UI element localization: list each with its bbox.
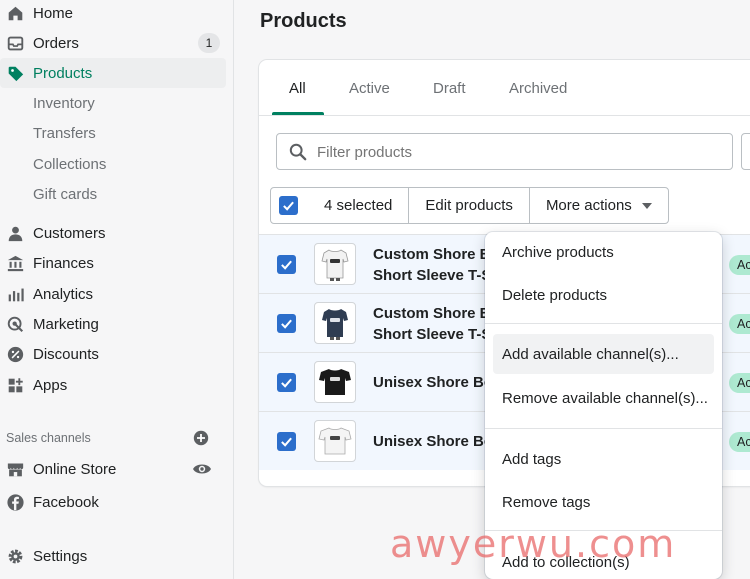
apps-icon: [6, 376, 24, 394]
product-name[interactable]: Custom Shore B Short Sleeve T-S: [373, 303, 491, 345]
sidebar-item-label: Home: [33, 4, 74, 22]
sidebar-item-orders[interactable]: Orders 1: [0, 28, 226, 58]
filter-field[interactable]: [276, 133, 733, 170]
menu-item-archive-products[interactable]: Archive products: [493, 232, 714, 272]
sidebar-item-label: Collections: [33, 155, 107, 173]
sidebar-item-customers[interactable]: Customers: [0, 218, 226, 248]
eye-icon[interactable]: [192, 462, 212, 476]
menu-item-add-tags[interactable]: Add tags: [493, 439, 714, 479]
tab-all[interactable]: All: [289, 80, 306, 97]
sidebar-item-analytics[interactable]: Analytics: [0, 279, 226, 309]
bank-icon: [6, 254, 24, 272]
row-checkbox[interactable]: [277, 314, 296, 333]
status-badge: Ac: [729, 255, 750, 275]
bar-chart-icon: [6, 285, 24, 303]
row-checkbox[interactable]: [277, 432, 296, 451]
sidebar-item-label: Gift cards: [33, 185, 98, 203]
sidebar-item-label: Settings: [33, 547, 88, 565]
status-badge: Ac: [729, 432, 750, 452]
more-actions-button[interactable]: More actions: [528, 187, 669, 224]
status-badge: Ac: [729, 314, 750, 334]
sidebar-item-gift-cards[interactable]: Gift cards: [0, 179, 226, 209]
menu-divider: [485, 428, 722, 429]
product-tabs: All Active Draft Archived: [259, 60, 750, 116]
product-thumbnail[interactable]: [314, 420, 356, 462]
sidebar-item-apps[interactable]: Apps: [0, 370, 226, 400]
sidebar: Home Orders 1 Products Inventory Transfe…: [0, 0, 234, 579]
product-name[interactable]: Custom Shore B Short Sleeve T-S: [373, 244, 491, 286]
sidebar-item-home[interactable]: Home: [0, 0, 226, 28]
product-name[interactable]: Unisex Shore Bo: [373, 372, 493, 393]
facebook-icon: [6, 493, 24, 511]
sidebar-item-settings[interactable]: Settings: [0, 541, 226, 571]
sidebar-item-label: Finances: [33, 254, 94, 272]
target-icon: [6, 315, 24, 333]
person-icon: [6, 224, 24, 242]
active-tab-indicator: [272, 112, 324, 115]
menu-item-remove-channels[interactable]: Remove available channel(s)...: [493, 378, 714, 418]
select-all-button[interactable]: 4 selected: [270, 187, 410, 224]
home-icon: [6, 4, 24, 22]
sidebar-item-label: Discounts: [33, 345, 99, 363]
tab-draft[interactable]: Draft: [433, 80, 466, 97]
sidebar-item-transfers[interactable]: Transfers: [0, 118, 226, 148]
product-thumbnail[interactable]: [314, 361, 356, 403]
search-icon: [289, 143, 307, 161]
sidebar-item-label: Orders: [33, 34, 79, 52]
filter-options-button[interactable]: [741, 133, 750, 170]
sidebar-item-inventory[interactable]: Inventory: [0, 88, 226, 118]
sidebar-item-label: Online Store: [33, 460, 117, 478]
sidebar-item-collections[interactable]: Collections: [0, 149, 226, 179]
inbox-icon: [6, 34, 24, 52]
sidebar-item-label: Apps: [33, 376, 68, 394]
sidebar-item-finances[interactable]: Finances: [0, 248, 226, 278]
sidebar-item-label: Products: [33, 64, 93, 82]
page-title: Products: [260, 10, 347, 32]
add-sales-channel-icon[interactable]: [193, 430, 209, 446]
status-badge: Ac: [729, 373, 750, 393]
sidebar-item-label: Analytics: [33, 285, 94, 303]
sidebar-item-label: Inventory: [33, 94, 95, 112]
select-all-checkbox[interactable]: [279, 196, 298, 215]
product-thumbnail[interactable]: [314, 302, 356, 344]
sidebar-item-marketing[interactable]: Marketing: [0, 309, 226, 339]
orders-count-badge: 1: [198, 33, 220, 53]
more-actions-label: More actions: [545, 197, 632, 214]
sidebar-item-label: Transfers: [33, 124, 96, 142]
sidebar-item-label: Facebook: [33, 493, 99, 511]
menu-item-remove-tags[interactable]: Remove tags: [493, 482, 714, 522]
menu-item-delete-products[interactable]: Delete products: [493, 275, 714, 315]
caret-down-icon: [641, 202, 652, 209]
sidebar-item-facebook[interactable]: Facebook: [0, 487, 226, 517]
tab-archived[interactable]: Archived: [509, 80, 567, 97]
sales-channels-title: Sales channels: [6, 431, 91, 445]
product-name[interactable]: Unisex Shore Bo: [373, 431, 493, 452]
product-thumbnail[interactable]: [314, 243, 356, 285]
store-icon: [6, 460, 24, 478]
sidebar-item-discounts[interactable]: Discounts: [0, 339, 226, 369]
gear-icon: [6, 547, 24, 565]
selected-count-label: 4 selected: [324, 197, 393, 214]
sidebar-item-label: Customers: [33, 224, 106, 242]
menu-divider: [485, 323, 722, 324]
watermark: awyerwu.com: [390, 522, 677, 566]
discount-icon: [6, 345, 24, 363]
sidebar-item-products[interactable]: Products: [0, 58, 226, 88]
filter-products-input[interactable]: [317, 142, 717, 162]
sidebar-item-label: Marketing: [33, 315, 99, 333]
row-checkbox[interactable]: [277, 255, 296, 274]
bulk-actions-bar: 4 selected Edit products More actions: [270, 187, 669, 224]
row-checkbox[interactable]: [277, 373, 296, 392]
menu-item-add-channels[interactable]: Add available channel(s)...: [493, 334, 714, 374]
tab-active[interactable]: Active: [349, 80, 390, 97]
edit-products-button[interactable]: Edit products: [408, 187, 530, 224]
tag-icon: [6, 64, 24, 82]
